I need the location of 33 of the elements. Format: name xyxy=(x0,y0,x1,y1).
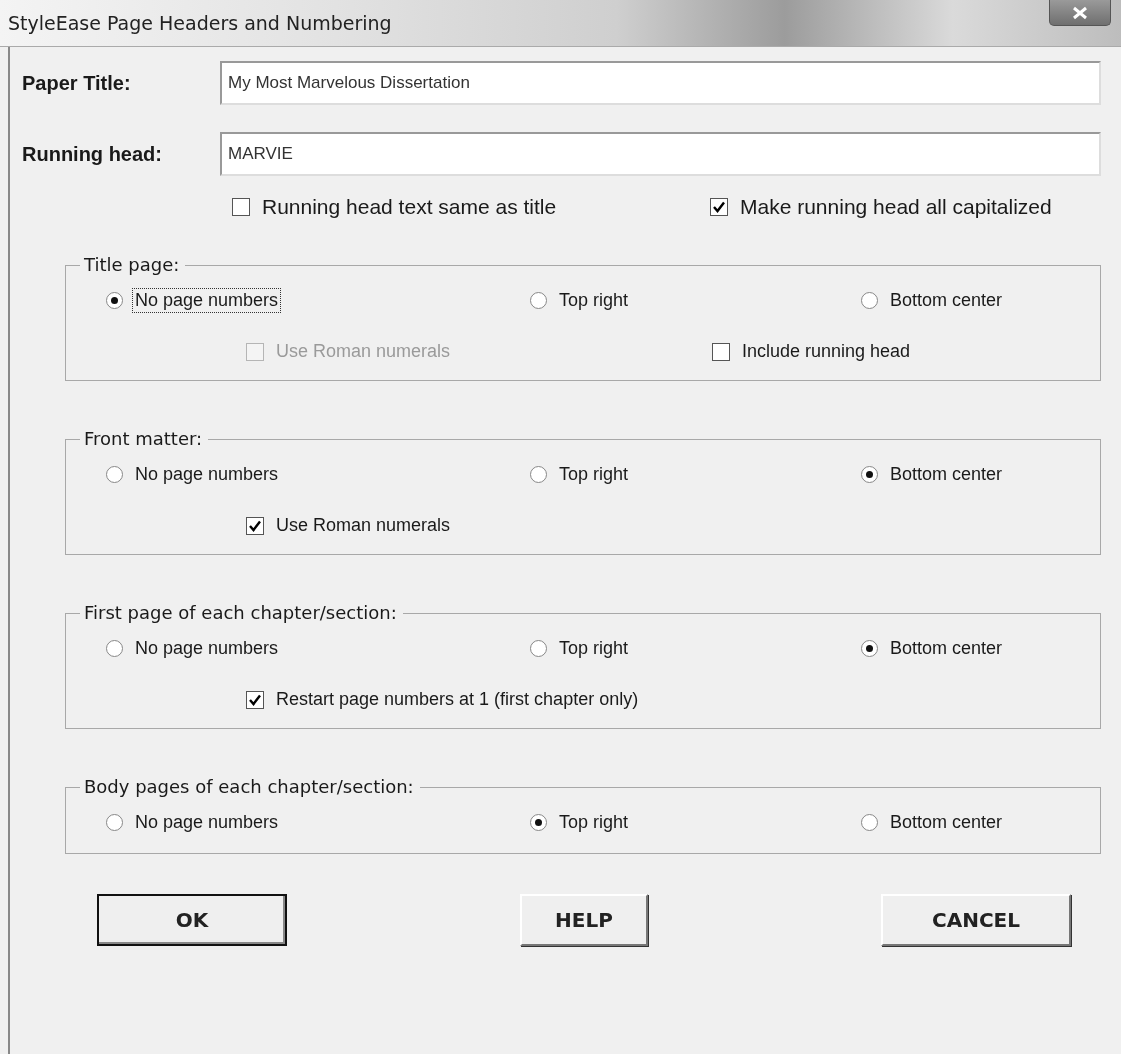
checkmark-icon xyxy=(248,692,262,707)
dialog-button[interactable]: CANCEL xyxy=(881,894,1071,946)
radio-button[interactable]: Bottom center xyxy=(861,462,1100,487)
checkbox[interactable]: Make running head all capitalized xyxy=(710,195,1052,219)
radio-button[interactable]: No page numbers xyxy=(106,462,530,487)
checkbox[interactable]: Running head text same as title xyxy=(232,195,710,219)
radio-button[interactable]: No page numbers xyxy=(106,810,530,835)
dialog-button[interactable]: OK xyxy=(97,894,287,946)
radio-button[interactable]: Bottom center xyxy=(861,810,1100,835)
group-title: First page of each chapter/section: xyxy=(80,602,403,623)
checkbox[interactable]: Include running head xyxy=(712,341,1100,362)
group-title: Body pages of each chapter/section: xyxy=(80,776,420,797)
radio-button[interactable]: No page numbers xyxy=(106,636,530,661)
input-field[interactable]: My Most Marvelous Dissertation xyxy=(220,61,1101,105)
radio-button[interactable]: No page numbers xyxy=(106,288,530,313)
radio-button[interactable]: Top right xyxy=(530,288,861,313)
group-title: Title page: xyxy=(80,254,186,275)
radio-button[interactable]: Bottom center xyxy=(861,636,1100,661)
checkbox[interactable]: Restart page numbers at 1 (first chapter only) xyxy=(246,689,712,710)
checkmark-icon xyxy=(712,200,726,214)
checkbox[interactable]: Use Roman numerals xyxy=(246,515,712,536)
dialog-button[interactable]: HELP xyxy=(520,894,648,946)
radio-button[interactable]: Bottom center xyxy=(861,288,1100,313)
input-field[interactable]: MARVIE xyxy=(220,132,1101,176)
field-label: Running head: xyxy=(22,142,163,166)
radio-button[interactable]: Top right xyxy=(530,636,861,661)
radio-button[interactable]: Top right xyxy=(530,810,861,835)
window-title: StyleEase Page Headers and Numbering xyxy=(8,12,392,34)
field-label: Paper Title: xyxy=(22,71,132,95)
close-button[interactable] xyxy=(1049,0,1111,26)
radio-button[interactable]: Top right xyxy=(530,462,861,487)
checkmark-icon xyxy=(248,518,262,533)
close-icon xyxy=(1071,5,1089,20)
